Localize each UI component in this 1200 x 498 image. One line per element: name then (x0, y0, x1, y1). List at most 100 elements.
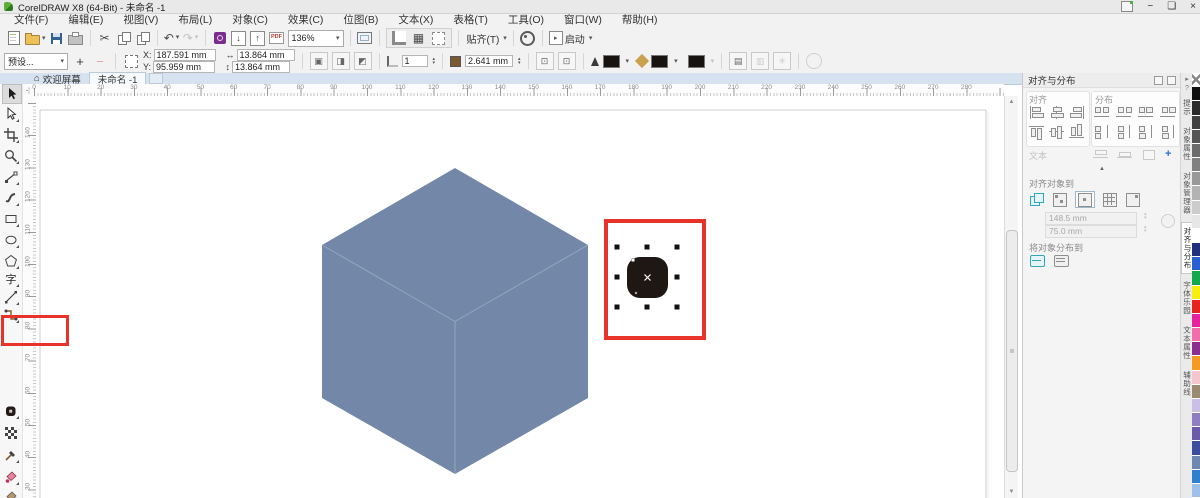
polygon-tool[interactable] (2, 252, 20, 270)
align-bottom-button[interactable] (1069, 125, 1085, 138)
vertical-scrollbar[interactable]: ▲ ▼ (1004, 96, 1018, 498)
zoom-level-select[interactable]: 136%▾ (288, 30, 344, 47)
copy-button[interactable] (116, 29, 132, 47)
convert-to-curves-button[interactable] (806, 53, 822, 69)
pick-tool[interactable] (2, 84, 22, 104)
cube-shape[interactable] (322, 168, 588, 474)
print-button[interactable] (68, 29, 84, 47)
color-swatch[interactable] (1192, 257, 1200, 271)
color-swatch[interactable] (1192, 484, 1200, 498)
tab-document[interactable]: 未命名 -1 (89, 72, 147, 84)
align-to-grid-button[interactable] (1102, 193, 1118, 206)
color-swatch[interactable] (1192, 243, 1200, 257)
search-content-button[interactable] (212, 29, 228, 47)
fill-tool[interactable] (2, 468, 20, 486)
color-swatch[interactable] (1192, 186, 1200, 200)
drawing-canvas[interactable] (36, 96, 1004, 498)
color-swatch[interactable] (1192, 413, 1200, 427)
color-swatch[interactable] (1192, 314, 1200, 328)
account-icon[interactable] (1121, 1, 1133, 12)
align-to-page-center-button[interactable] (1075, 191, 1095, 208)
mirror-vertical-button[interactable]: ◩ (354, 52, 372, 70)
fill-color-caret-icon[interactable]: ▾ (674, 57, 678, 65)
distribute-to-selection-button[interactable] (1029, 254, 1045, 267)
open-button[interactable]: ▾ (25, 29, 46, 47)
scroll-up-icon[interactable]: ▲ (1005, 96, 1018, 108)
color-swatch[interactable] (1192, 456, 1200, 470)
menu-item[interactable]: 帮助(H) (612, 14, 668, 27)
selected-rounded-square[interactable] (627, 257, 668, 298)
color-swatch[interactable] (1192, 144, 1200, 158)
preset-select[interactable]: 预设...▾ (4, 53, 68, 70)
color-swatch[interactable] (1192, 116, 1200, 130)
distribute-bottom-button[interactable] (1160, 125, 1176, 138)
outline-color-swatch[interactable] (603, 55, 620, 68)
color-swatch[interactable] (1192, 385, 1200, 399)
align-y-input[interactable]: 75.0 mm (1045, 225, 1137, 238)
color-swatch[interactable] (1192, 101, 1200, 115)
color-swatch[interactable] (1192, 328, 1200, 342)
parallel-dimension-tool[interactable] (2, 288, 20, 306)
object-height-input[interactable]: 13.864 mm (232, 61, 290, 73)
align-to-page-edge-button[interactable] (1052, 193, 1068, 206)
paste-button[interactable] (135, 29, 151, 47)
add-preset-button[interactable]: + (72, 52, 88, 70)
color-swatch[interactable] (1192, 427, 1200, 441)
rectangle-tool[interactable] (2, 210, 20, 228)
eyedropper-tool[interactable] (2, 446, 20, 464)
align-center-vertical-button[interactable] (1049, 125, 1065, 138)
zoom-tool[interactable] (2, 147, 20, 165)
artistic-media-tool[interactable] (2, 189, 20, 207)
color-swatch[interactable] (1192, 172, 1200, 186)
ungroup-button[interactable]: ✳ (773, 52, 791, 70)
corner-radius-input[interactable]: 2.641 mm (465, 55, 513, 67)
align-center-horizontal-button[interactable] (1049, 106, 1065, 119)
menu-item[interactable]: 工具(O) (498, 14, 554, 27)
color-swatch[interactable] (1192, 300, 1200, 314)
align-top-button[interactable] (1029, 125, 1045, 138)
color-swatch[interactable] (1192, 356, 1200, 370)
radius-spinner[interactable]: ▴▾ (518, 57, 521, 65)
export-button[interactable]: ↑ (250, 29, 266, 47)
color-swatch[interactable] (1192, 87, 1200, 101)
scrollbar-thumb[interactable] (1006, 230, 1018, 472)
interactive-fill-tool[interactable] (2, 488, 20, 498)
secondary-fill-swatch[interactable] (688, 55, 705, 68)
menu-item[interactable]: 表格(T) (443, 14, 497, 27)
scroll-down-icon[interactable]: ▼ (1005, 486, 1018, 498)
corner-node[interactable] (631, 258, 634, 261)
distribute-top-button[interactable] (1094, 125, 1110, 138)
relative-corner-button[interactable]: ⊡ (536, 52, 554, 70)
undo-button[interactable]: ↶▾ (164, 29, 180, 47)
application-launcher-button[interactable]: ▸启动▾ (549, 29, 593, 47)
scale-factor-button[interactable]: ▣ (310, 52, 328, 70)
fill-color-swatch[interactable] (651, 55, 668, 68)
distribute-to-page-button[interactable] (1053, 254, 1069, 267)
docker-tab-文本属性[interactable]: 文本属性 (1182, 322, 1193, 364)
color-swatch[interactable] (1192, 158, 1200, 172)
align-right-button[interactable] (1069, 106, 1085, 119)
color-swatch[interactable] (1192, 215, 1200, 229)
freehand-tool[interactable] (2, 168, 20, 186)
docker-tab-对象属性[interactable]: 对象属性 (1182, 123, 1193, 165)
import-button[interactable]: ↓ (231, 29, 247, 47)
tab-strip-arrow-icon[interactable]: ▸ (1185, 73, 1189, 83)
align-to-active-objects-button[interactable] (1029, 193, 1045, 206)
docker-tab-提示[interactable]: 提示 (1182, 95, 1193, 120)
save-button[interactable] (49, 29, 65, 47)
menu-item[interactable]: 窗口(W) (554, 14, 612, 27)
object-width-input[interactable]: 13.864 mm (237, 49, 295, 61)
new-document-tab-button[interactable] (149, 73, 163, 84)
menu-item[interactable]: 视图(V) (113, 14, 168, 27)
show-rulers-button[interactable] (391, 29, 407, 47)
menu-item[interactable]: 编辑(E) (58, 14, 113, 27)
vertical-ruler[interactable]: 14013012011010090807060504030 (22, 96, 37, 498)
distribute-spacing-h-button[interactable] (1138, 106, 1154, 119)
snap-to-button[interactable]: 贴齐(T)▾ (465, 29, 507, 47)
shape-tool[interactable] (2, 105, 20, 123)
menu-item[interactable]: 文本(X) (388, 14, 443, 27)
text-align-baseline-button[interactable] (1117, 148, 1133, 161)
color-swatch[interactable] (1192, 229, 1200, 243)
color-swatch[interactable] (1192, 286, 1200, 300)
menu-item[interactable]: 布局(L) (168, 14, 222, 27)
